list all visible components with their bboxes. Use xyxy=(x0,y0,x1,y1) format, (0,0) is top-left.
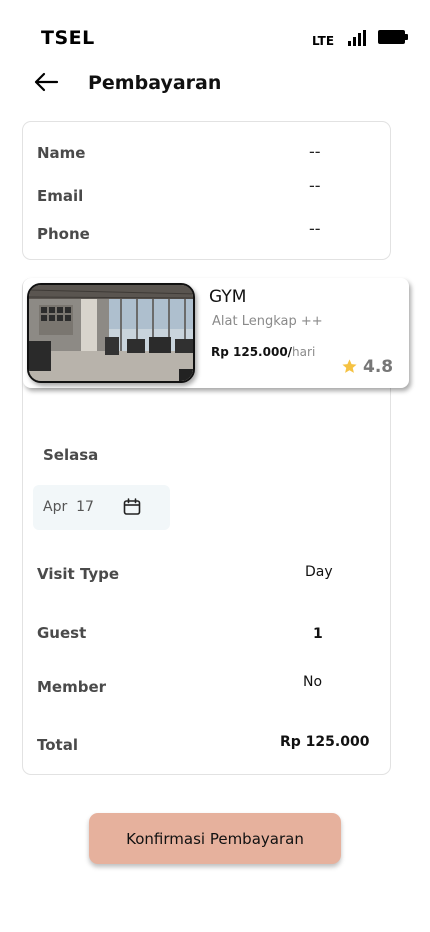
back-button[interactable] xyxy=(32,70,60,94)
status-bar: TSEL LTE xyxy=(0,0,430,60)
page-header: Pembayaran xyxy=(0,64,430,104)
email-value: -- xyxy=(309,176,321,195)
date-text: Apr 17 xyxy=(43,499,94,515)
carrier-name: TSEL xyxy=(41,27,95,49)
phone-value: -- xyxy=(309,219,321,238)
venue-image xyxy=(27,283,195,383)
day-label: Selasa xyxy=(43,446,99,464)
date-picker[interactable]: Apr 17 xyxy=(33,485,170,530)
guest-label: Guest xyxy=(37,624,87,642)
venue-price: Rp 125.000/hari xyxy=(211,345,315,359)
venue-card[interactable]: GYM Alat Lengkap ++ Rp 125.000/hari 4.8 xyxy=(23,278,409,388)
battery-icon xyxy=(378,30,408,44)
name-value: -- xyxy=(309,142,321,161)
date-day: 17 xyxy=(76,499,94,515)
calendar-icon xyxy=(123,498,141,515)
email-label: Email xyxy=(37,187,84,205)
total-value: Rp 125.000 xyxy=(280,734,370,750)
signal-icon xyxy=(348,30,366,46)
name-label: Name xyxy=(37,144,86,162)
venue-price-unit: hari xyxy=(292,345,316,359)
venue-subtitle: Alat Lengkap ++ xyxy=(212,314,323,329)
network-type: LTE xyxy=(312,34,335,48)
venue-name: GYM xyxy=(209,287,247,307)
venue-price-amount: Rp 125.000/ xyxy=(211,345,293,359)
user-info-card: Name -- Email -- Phone -- xyxy=(22,121,391,260)
visit-type-label: Visit Type xyxy=(37,565,120,583)
total-label: Total xyxy=(37,736,78,754)
arrow-left-icon xyxy=(34,72,59,92)
visit-type-value: Day xyxy=(305,564,333,580)
venue-rating: 4.8 xyxy=(341,356,401,378)
member-value: No xyxy=(303,674,323,690)
phone-label: Phone xyxy=(37,225,90,243)
confirm-payment-button[interactable]: Konfirmasi Pembayaran xyxy=(89,813,341,864)
rating-value: 4.8 xyxy=(363,357,394,377)
star-icon xyxy=(342,359,357,373)
page-title: Pembayaran xyxy=(88,72,222,94)
date-month: Apr xyxy=(43,499,68,515)
member-label: Member xyxy=(37,678,107,696)
guest-value: 1 xyxy=(313,626,323,642)
